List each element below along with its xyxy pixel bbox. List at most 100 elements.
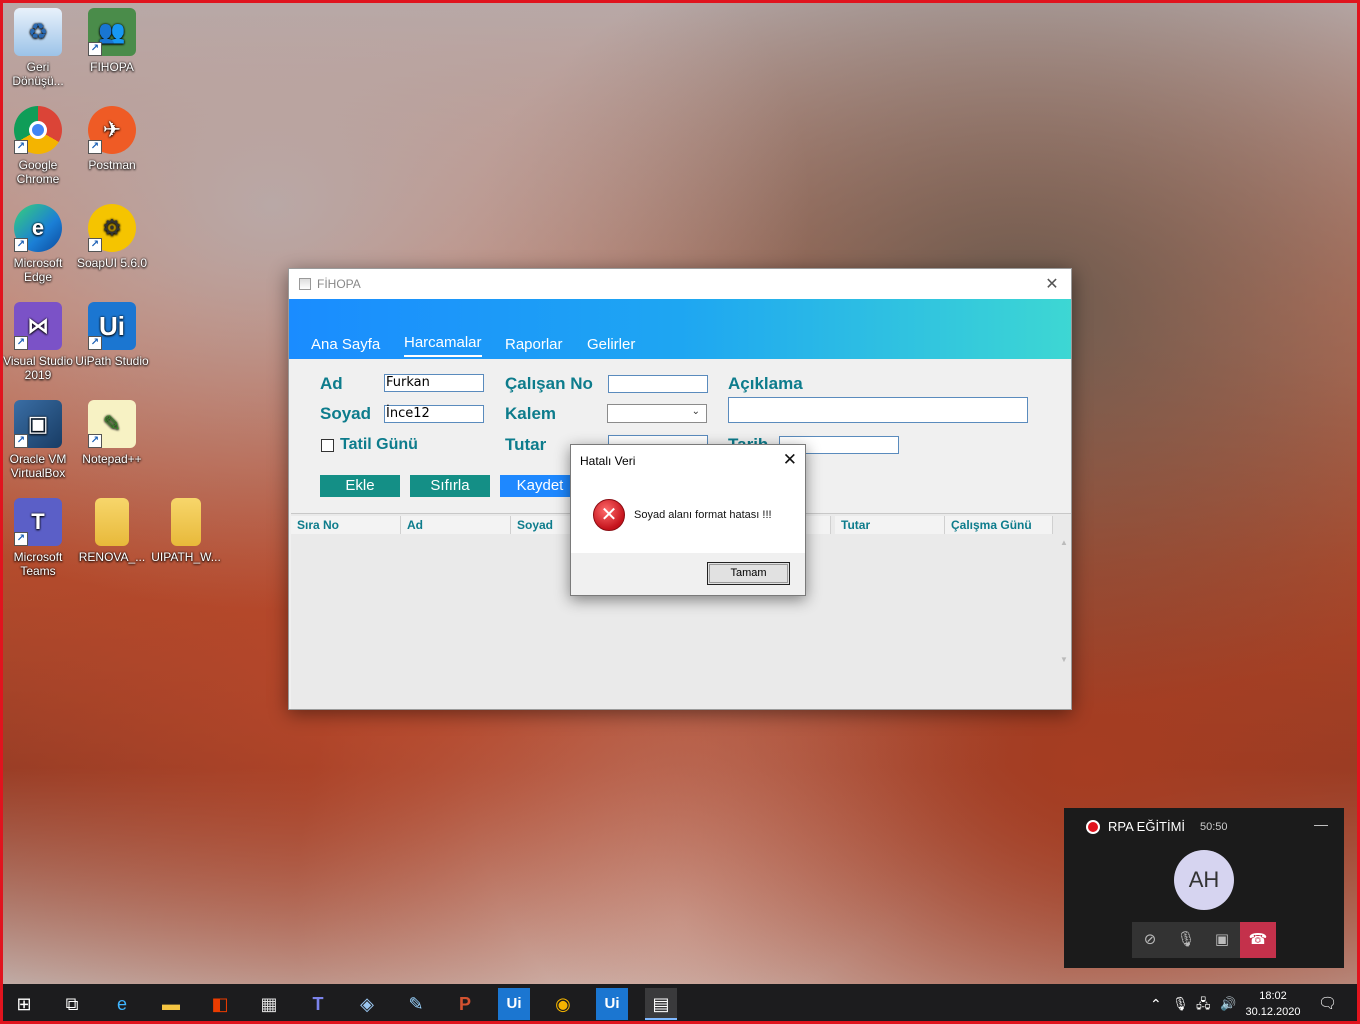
fihopa-app-icon[interactable]: ▤ xyxy=(645,988,677,1020)
chrome-icon[interactable]: ◉ xyxy=(547,988,579,1020)
desktop-icon-notepad-plus[interactable]: ✎ ↗ Notepad++ xyxy=(74,400,150,466)
desktop-icon-label: RENOVA_... xyxy=(78,550,146,564)
task-view-icon[interactable]: ⧉ xyxy=(56,988,88,1020)
call-controls: ⊘ 🎙 ▣ ☎ xyxy=(1132,922,1276,958)
taskbar-clock[interactable]: 18:02 30.12.2020 xyxy=(1238,988,1308,1020)
desktop-icon-label: UiPath Studio xyxy=(75,354,149,368)
tab-raporlar[interactable]: Raporlar xyxy=(505,336,563,353)
edge-icon[interactable]: e xyxy=(106,988,138,1020)
chevron-up-icon[interactable]: ⌃ xyxy=(1150,984,1162,1024)
uipath-icon[interactable]: Ui xyxy=(596,988,628,1020)
desktop-icon-label: Oracle VM VirtualBox xyxy=(9,452,67,480)
recycle-bin-icon: ♻ xyxy=(14,8,62,56)
window-title: FİHOPA xyxy=(317,277,361,291)
teams-icon[interactable]: T xyxy=(302,988,334,1020)
dialog-title: Hatalı Veri xyxy=(580,454,636,468)
kaydet-button[interactable]: Kaydet xyxy=(500,475,580,497)
soapui-icon: ⚙ ↗ xyxy=(88,204,136,252)
desktop-icon-renova-folder[interactable]: RENOVA_... xyxy=(74,498,150,564)
uipath-icon: Ui ↗ xyxy=(88,302,136,350)
call-timer: 50:50 xyxy=(1200,821,1228,833)
ad-label: Ad xyxy=(320,374,343,393)
desktop-icon-virtualbox[interactable]: ▣ ↗ Oracle VM VirtualBox xyxy=(0,400,76,480)
soyad-input[interactable]: İnce12 xyxy=(384,405,484,423)
desktop-icon-teams[interactable]: T ↗ Microsoft Teams xyxy=(0,498,76,578)
powerpoint-icon[interactable]: P xyxy=(449,988,481,1020)
microphone-icon[interactable]: 🎙 xyxy=(1172,984,1189,1024)
tab-harcamalar[interactable]: Harcamalar xyxy=(404,334,482,357)
error-dialog: Hatalı Veri ✕ ✕ Soyad alanı format hatas… xyxy=(570,444,806,596)
grid-header-tutar[interactable]: Tutar xyxy=(835,516,945,534)
desktop-icon-label: Postman xyxy=(88,158,136,172)
file-explorer-icon[interactable]: ▬ xyxy=(155,988,187,1020)
desktop-icon-label: Microsoft Teams xyxy=(13,550,63,578)
grid-header-ad[interactable]: Ad xyxy=(401,516,511,534)
tab-ana-sayfa[interactable]: Ana Sayfa xyxy=(311,336,380,353)
desktop-icon-soapui[interactable]: ⚙ ↗ SoapUI 5.6.0 xyxy=(74,204,150,270)
window-close-button[interactable]: ✕ xyxy=(1041,274,1063,294)
desktop-icon-label: Microsoft Edge xyxy=(13,256,63,284)
desktop-icon-uipath[interactable]: Ui ↗ UiPath Studio xyxy=(74,302,150,368)
network-icon[interactable]: 🖧 xyxy=(1196,984,1211,1024)
uipath-icon[interactable]: Ui xyxy=(498,988,530,1020)
notepad-plus-icon: ✎ ↗ xyxy=(88,400,136,448)
ekle-button[interactable]: Ekle xyxy=(320,475,400,497)
clock-time: 18:02 xyxy=(1259,990,1287,1002)
minimize-icon[interactable]: — xyxy=(1314,816,1328,832)
calisan-no-input[interactable] xyxy=(608,375,708,393)
desktop-icon-label: Visual Studio 2019 xyxy=(3,354,73,382)
tatil-gunu-checkbox[interactable]: Tatil Günü xyxy=(321,436,418,454)
desktop-icon-label: Notepad++ xyxy=(82,452,142,466)
notepad-icon[interactable]: ✎ xyxy=(400,988,432,1020)
dialog-close-button[interactable]: ✕ xyxy=(783,450,797,470)
desktop-icon-fihopa[interactable]: 👥 ↗ FIHOPA xyxy=(74,8,150,74)
start-icon[interactable]: ⊞ xyxy=(8,988,40,1020)
error-icon: ✕ xyxy=(593,499,625,531)
tab-gelirler[interactable]: Gelirler xyxy=(587,336,635,353)
desktop-icon-label: SoapUI 5.6.0 xyxy=(76,256,148,270)
tatil-gunu-label: Tatil Günü xyxy=(340,436,418,453)
recording-icon xyxy=(1086,820,1100,834)
teams-icon: T ↗ xyxy=(14,498,62,546)
nav-bar: Ana Sayfa Harcamalar Raporlar Gelirler xyxy=(289,299,1071,359)
desktop-icon-recycle-bin[interactable]: ♻ Geri Dönüşü... xyxy=(0,8,76,88)
hang-up-icon[interactable]: ☎ xyxy=(1240,922,1276,958)
tamam-button[interactable]: Tamam xyxy=(707,562,790,585)
kalem-select[interactable]: ⌄ xyxy=(607,404,707,423)
desktop-icon-uipath-folder[interactable]: UIPATH_W... xyxy=(148,498,224,564)
desktop-icon-label: Google Chrome xyxy=(16,158,60,186)
volume-icon[interactable]: 🔊 xyxy=(1220,984,1236,1024)
aciklama-label: Açıklama xyxy=(728,374,803,393)
desktop-icon-label: FIHOPA xyxy=(90,60,134,74)
microphone-icon[interactable]: 🎙 xyxy=(1168,922,1204,958)
sifirla-button[interactable]: Sıfırla xyxy=(410,475,490,497)
desktop-icon-visual-studio[interactable]: ⋈ ↗ Visual Studio 2019 xyxy=(0,302,76,382)
grid-header-calisma-gunu[interactable]: Çalışma Günü xyxy=(945,516,1053,534)
postman-icon: ✈ ↗ xyxy=(88,106,136,154)
camera-off-icon[interactable]: ⊘ xyxy=(1132,922,1168,958)
grid-header-sira-no[interactable]: Sıra No xyxy=(291,516,401,534)
desktop-icon-chrome[interactable]: ↗ Google Chrome xyxy=(0,106,76,186)
app-icon xyxy=(299,278,311,290)
desktop-icon-postman[interactable]: ✈ ↗ Postman xyxy=(74,106,150,172)
ad-input[interactable]: Furkan xyxy=(384,374,484,392)
grid-scrollbar[interactable]: ▲ ▼ xyxy=(1059,538,1069,708)
share-screen-icon[interactable]: ▣ xyxy=(1204,922,1240,958)
taskbar: ⊞ ⧉ e ▬ ◧ ▦ T ◈ ✎ P Ui ◉ Ui ▤ ⌃ 🎙 🖧 🔊 18… xyxy=(0,984,1360,1024)
edge-icon: e ↗ xyxy=(14,204,62,252)
folder-icon xyxy=(95,498,129,546)
teams-call-widget[interactable]: RPA EĞİTİMİ 50:50 — AH ⊘ 🎙 ▣ ☎ xyxy=(1064,808,1344,968)
chrome-icon: ↗ xyxy=(14,106,62,154)
office-icon[interactable]: ◧ xyxy=(204,988,236,1020)
virtualbox-icon: ▣ ↗ xyxy=(14,400,62,448)
checkbox-box[interactable] xyxy=(321,438,334,452)
desktop-icon-edge[interactable]: e ↗ Microsoft Edge xyxy=(0,204,76,284)
notifications-icon[interactable]: 🗨 xyxy=(1318,984,1337,1024)
call-title: RPA EĞİTİMİ xyxy=(1108,819,1186,834)
avatar: AH xyxy=(1174,850,1234,910)
aciklama-input[interactable] xyxy=(728,397,1028,423)
store-icon[interactable]: ▦ xyxy=(253,988,285,1020)
kalem-label: Kalem xyxy=(505,404,557,423)
desktop-icon-label: Geri Dönüşü... xyxy=(12,60,64,88)
virtualbox-icon[interactable]: ◈ xyxy=(351,988,383,1020)
